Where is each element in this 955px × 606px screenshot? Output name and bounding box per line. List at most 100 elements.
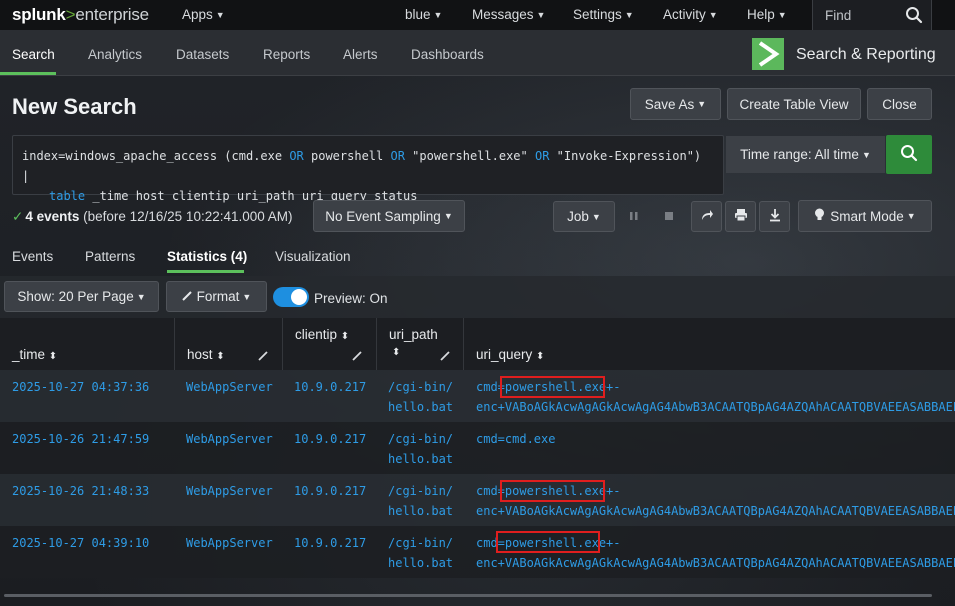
share-button[interactable]	[691, 201, 722, 232]
close-button[interactable]: Close	[867, 88, 932, 120]
highlight-box	[500, 376, 605, 398]
nav-alerts[interactable]: Alerts	[343, 47, 378, 62]
header-uri-path[interactable]: uri_path	[389, 327, 438, 342]
search-mode-dropdown[interactable]: Smart Mode ▼	[798, 200, 932, 232]
caret-down-icon: ▼	[433, 10, 443, 20]
messages-menu[interactable]: Messages ▼	[472, 7, 545, 22]
job-label: Job	[567, 209, 589, 224]
job-menu[interactable]: Job ▼	[553, 201, 615, 232]
edit-column-icon[interactable]	[258, 349, 268, 364]
cell-clientip[interactable]: 10.9.0.217	[294, 481, 366, 501]
time-range-label: Time range: All time	[740, 147, 859, 162]
stop-icon[interactable]	[663, 209, 675, 226]
header-clientip[interactable]: clientip ⬍	[295, 327, 349, 342]
search-query-input[interactable]: index=windows_apache_access (cmd.exe OR …	[12, 135, 724, 203]
pause-icon[interactable]	[629, 209, 639, 226]
find-input[interactable]	[813, 0, 903, 30]
cell-uri-path-cont[interactable]: hello.bat	[388, 553, 453, 573]
cell-time[interactable]: 2025-10-26 21:47:59	[12, 429, 149, 449]
lightbulb-icon	[814, 208, 825, 225]
cell-uri-query-cont[interactable]: enc+VABoAGkAcwAgAGkAcwAgAG4AbwB3ACAATQBp…	[476, 553, 955, 573]
cell-uri-path[interactable]: /cgi-bin/	[388, 429, 453, 449]
tab-events[interactable]: Events	[12, 249, 53, 264]
cell-uri-path[interactable]: /cgi-bin/	[388, 481, 453, 501]
preview-label: Preview: On	[314, 291, 388, 306]
toggle-knob	[291, 289, 307, 305]
nav-reports[interactable]: Reports	[263, 47, 310, 62]
cell-host[interactable]: WebAppServer	[186, 481, 273, 501]
create-table-view-button[interactable]: Create Table View	[727, 88, 861, 120]
cell-clientip[interactable]: 10.9.0.217	[294, 429, 366, 449]
edit-column-icon[interactable]	[352, 349, 362, 364]
cell-time[interactable]: 2025-10-27 04:39:10	[12, 533, 149, 553]
download-icon	[768, 208, 782, 225]
find-box	[812, 0, 932, 30]
sort-icon[interactable]: ⬍	[392, 347, 400, 358]
cell-uri-query-cont[interactable]: enc+VABoAGkAcwAgAGkAcwAgAG4AbwB3ACAATQBp…	[476, 501, 955, 521]
header-label: host	[187, 347, 213, 362]
query-operator: OR	[534, 149, 550, 163]
user-menu[interactable]: blue ▼	[405, 7, 442, 22]
cell-time[interactable]: 2025-10-26 21:48:33	[12, 481, 149, 501]
tab-statistics[interactable]: Statistics (4)	[167, 249, 247, 264]
search-icon[interactable]	[905, 6, 923, 27]
query-part: index=windows_apache_access (cmd.exe	[22, 149, 290, 163]
format-dropdown[interactable]: Format ▼	[166, 281, 267, 312]
sort-icon: ⬍	[216, 351, 225, 362]
header-label: _time	[12, 347, 46, 362]
cell-host[interactable]: WebAppServer	[186, 377, 273, 397]
cell-uri-query-cont[interactable]: enc+VABoAGkAcwAgAGkAcwAgAG4AbwB3ACAATQBp…	[476, 397, 955, 417]
cell-host[interactable]: WebAppServer	[186, 533, 273, 553]
run-search-button[interactable]	[886, 135, 932, 174]
messages-label: Messages	[472, 7, 534, 22]
settings-menu[interactable]: Settings ▼	[573, 7, 634, 22]
header-host[interactable]: host ⬍	[187, 347, 225, 362]
per-page-dropdown[interactable]: Show: 20 Per Page ▼	[4, 281, 159, 312]
query-operator: OR	[289, 149, 304, 163]
cell-clientip[interactable]: 10.9.0.217	[294, 377, 366, 397]
header-time[interactable]: _time ⬍	[12, 347, 57, 362]
header-uri-query[interactable]: uri_query ⬍	[476, 347, 544, 362]
caret-down-icon: ▼	[708, 10, 718, 20]
preview-toggle[interactable]	[273, 287, 309, 307]
query-operator: OR	[390, 149, 405, 163]
nav-datasets[interactable]: Datasets	[176, 47, 229, 62]
help-menu[interactable]: Help ▼	[747, 7, 787, 22]
nav-search[interactable]: Search	[12, 47, 55, 62]
cell-uri-path[interactable]: /cgi-bin/	[388, 533, 453, 553]
save-as-button[interactable]: Save As ▼	[630, 88, 721, 120]
tab-visualization[interactable]: Visualization	[275, 249, 351, 264]
format-label: Format	[196, 289, 240, 304]
header-label: uri_query	[476, 347, 533, 362]
print-button[interactable]	[725, 201, 756, 232]
table-header	[0, 318, 955, 370]
mode-label: Smart Mode	[830, 208, 904, 224]
export-button[interactable]	[759, 201, 790, 232]
splunk-logo[interactable]: splunk>enterprise	[12, 5, 149, 25]
cell-uri-path[interactable]: /cgi-bin/	[388, 377, 453, 397]
app-title[interactable]: Search & Reporting	[796, 46, 936, 64]
top-bar: splunk>enterprise Apps ▼ blue ▼ Messages ▼ …	[0, 0, 955, 30]
event-sampling-dropdown[interactable]: No Event Sampling ▼	[313, 200, 465, 232]
time-range-picker[interactable]: Time range: All time ▼	[726, 136, 885, 173]
caret-down-icon: ▼	[697, 99, 707, 109]
cell-host[interactable]: WebAppServer	[186, 429, 273, 449]
cell-uri-path-cont[interactable]: hello.bat	[388, 397, 453, 417]
caret-down-icon: ▼	[536, 10, 546, 20]
caret-down-icon: ▼	[591, 211, 601, 222]
horizontal-scrollbar[interactable]	[4, 594, 932, 597]
query-part: powershell	[303, 149, 391, 163]
cell-uri-path-cont[interactable]: hello.bat	[388, 501, 453, 521]
edit-column-icon[interactable]	[440, 349, 450, 364]
cell-time[interactable]: 2025-10-27 04:37:36	[12, 377, 149, 397]
activity-menu[interactable]: Activity ▼	[663, 7, 718, 22]
cell-uri-path-cont[interactable]: hello.bat	[388, 449, 453, 469]
apps-menu[interactable]: Apps ▼	[182, 7, 225, 22]
header-label: clientip	[295, 327, 338, 342]
nav-analytics[interactable]: Analytics	[88, 47, 142, 62]
nav-dashboards[interactable]: Dashboards	[411, 47, 484, 62]
cell-clientip[interactable]: 10.9.0.217	[294, 533, 366, 553]
tab-patterns[interactable]: Patterns	[85, 249, 135, 264]
cell-uri-query[interactable]: cmd=cmd.exe	[476, 429, 555, 449]
sampling-label: No Event Sampling	[325, 208, 441, 224]
